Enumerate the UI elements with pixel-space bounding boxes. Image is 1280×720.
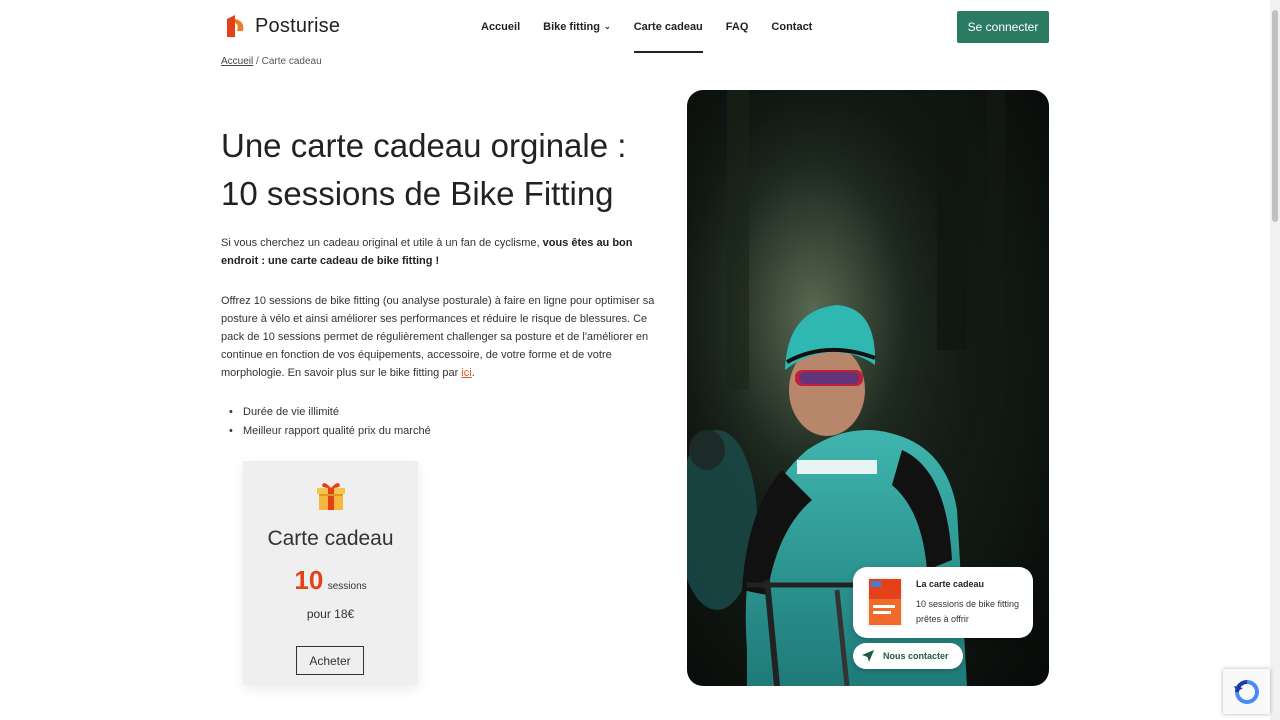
- page-title-line2: 10 sessions de Bike Fitting: [221, 175, 614, 212]
- nav-label: Bike fitting: [543, 21, 600, 33]
- nav-item-contact[interactable]: Contact: [771, 0, 812, 54]
- scrollbar-thumb[interactable]: [1272, 10, 1278, 222]
- session-unit: sessions: [327, 581, 367, 592]
- contact-us-button[interactable]: Nous contacter: [853, 643, 963, 669]
- breadcrumb: Accueil / Carte cadeau: [221, 56, 322, 67]
- nav-label: Contact: [771, 21, 813, 33]
- brand-logo[interactable]: Posturise: [225, 13, 340, 39]
- intro-paragraph: Si vous cherchez un cadeau original et u…: [221, 234, 666, 270]
- nav-label: Accueil: [481, 21, 521, 33]
- page-scrollbar[interactable]: [1270, 0, 1280, 720]
- nav-item-accueil[interactable]: Accueil: [481, 0, 520, 54]
- bike-fitting-link[interactable]: ici: [461, 367, 471, 379]
- intro-text: Si vous cherchez un cadeau original et u…: [221, 237, 543, 249]
- nav-item-bike-fitting[interactable]: Bike fitting ⌄: [543, 0, 611, 54]
- site-header: Posturise Accueil Bike fitting ⌄ Carte ca…: [0, 0, 1270, 54]
- session-count: 10: [294, 565, 324, 595]
- feature-item: Meilleur rapport qualité prix du marché: [229, 422, 431, 441]
- nav-item-carte-cadeau[interactable]: Carte cadeau: [633, 0, 703, 54]
- login-button[interactable]: Se connecter: [957, 11, 1049, 43]
- gift-card-thumbnail: [867, 577, 903, 627]
- description-end: .: [471, 367, 475, 379]
- gift-card-price: pour 18€: [306, 607, 355, 621]
- breadcrumb-current: Carte cadeau: [261, 56, 322, 67]
- buy-button[interactable]: Acheter: [296, 646, 364, 675]
- nav-item-faq[interactable]: FAQ: [726, 0, 749, 54]
- brand-name: Posturise: [255, 14, 341, 37]
- contact-us-label: Nous contacter: [883, 651, 949, 661]
- send-icon: [862, 650, 874, 662]
- breadcrumb-separator: /: [253, 56, 262, 67]
- description-paragraph: Offrez 10 sessions de bike fitting (ou a…: [221, 292, 666, 382]
- gift-card-title: Carte cadeau: [267, 527, 394, 550]
- feature-list: Durée de vie illimité Meilleur rapport q…: [229, 403, 431, 441]
- nav-label: FAQ: [725, 21, 749, 33]
- gift-icon: [317, 483, 345, 510]
- nav-label: Carte cadeau: [633, 21, 703, 33]
- page-title: Une carte cadeau orginale : 10 sessions …: [221, 122, 671, 218]
- overlay-title: La carte cadeau: [916, 579, 985, 589]
- description-text: Offrez 10 sessions de bike fitting (ou a…: [221, 295, 655, 379]
- recaptcha-icon: [1233, 679, 1259, 704]
- overlay-description: 10 sessions de bike fitting prêtes à off…: [916, 599, 1020, 624]
- recaptcha-badge[interactable]: [1223, 669, 1270, 714]
- chevron-down-icon: ⌄: [603, 21, 611, 31]
- main-nav: Accueil Bike fitting ⌄ Carte cadeau FAQ C…: [481, 0, 835, 54]
- gift-card-product: Carte cadeau 10 sessions pour 18€ Achete…: [243, 461, 418, 685]
- posturise-logo-icon: [227, 15, 244, 37]
- feature-item: Durée de vie illimité: [229, 403, 431, 422]
- breadcrumb-home-link[interactable]: Accueil: [221, 56, 253, 67]
- page-title-line1: Une carte cadeau orginale :: [221, 127, 627, 164]
- gift-card-count: 10 sessions: [243, 565, 418, 596]
- gift-card-overlay: La carte cadeau 10 sessions de bike fitt…: [853, 567, 1033, 638]
